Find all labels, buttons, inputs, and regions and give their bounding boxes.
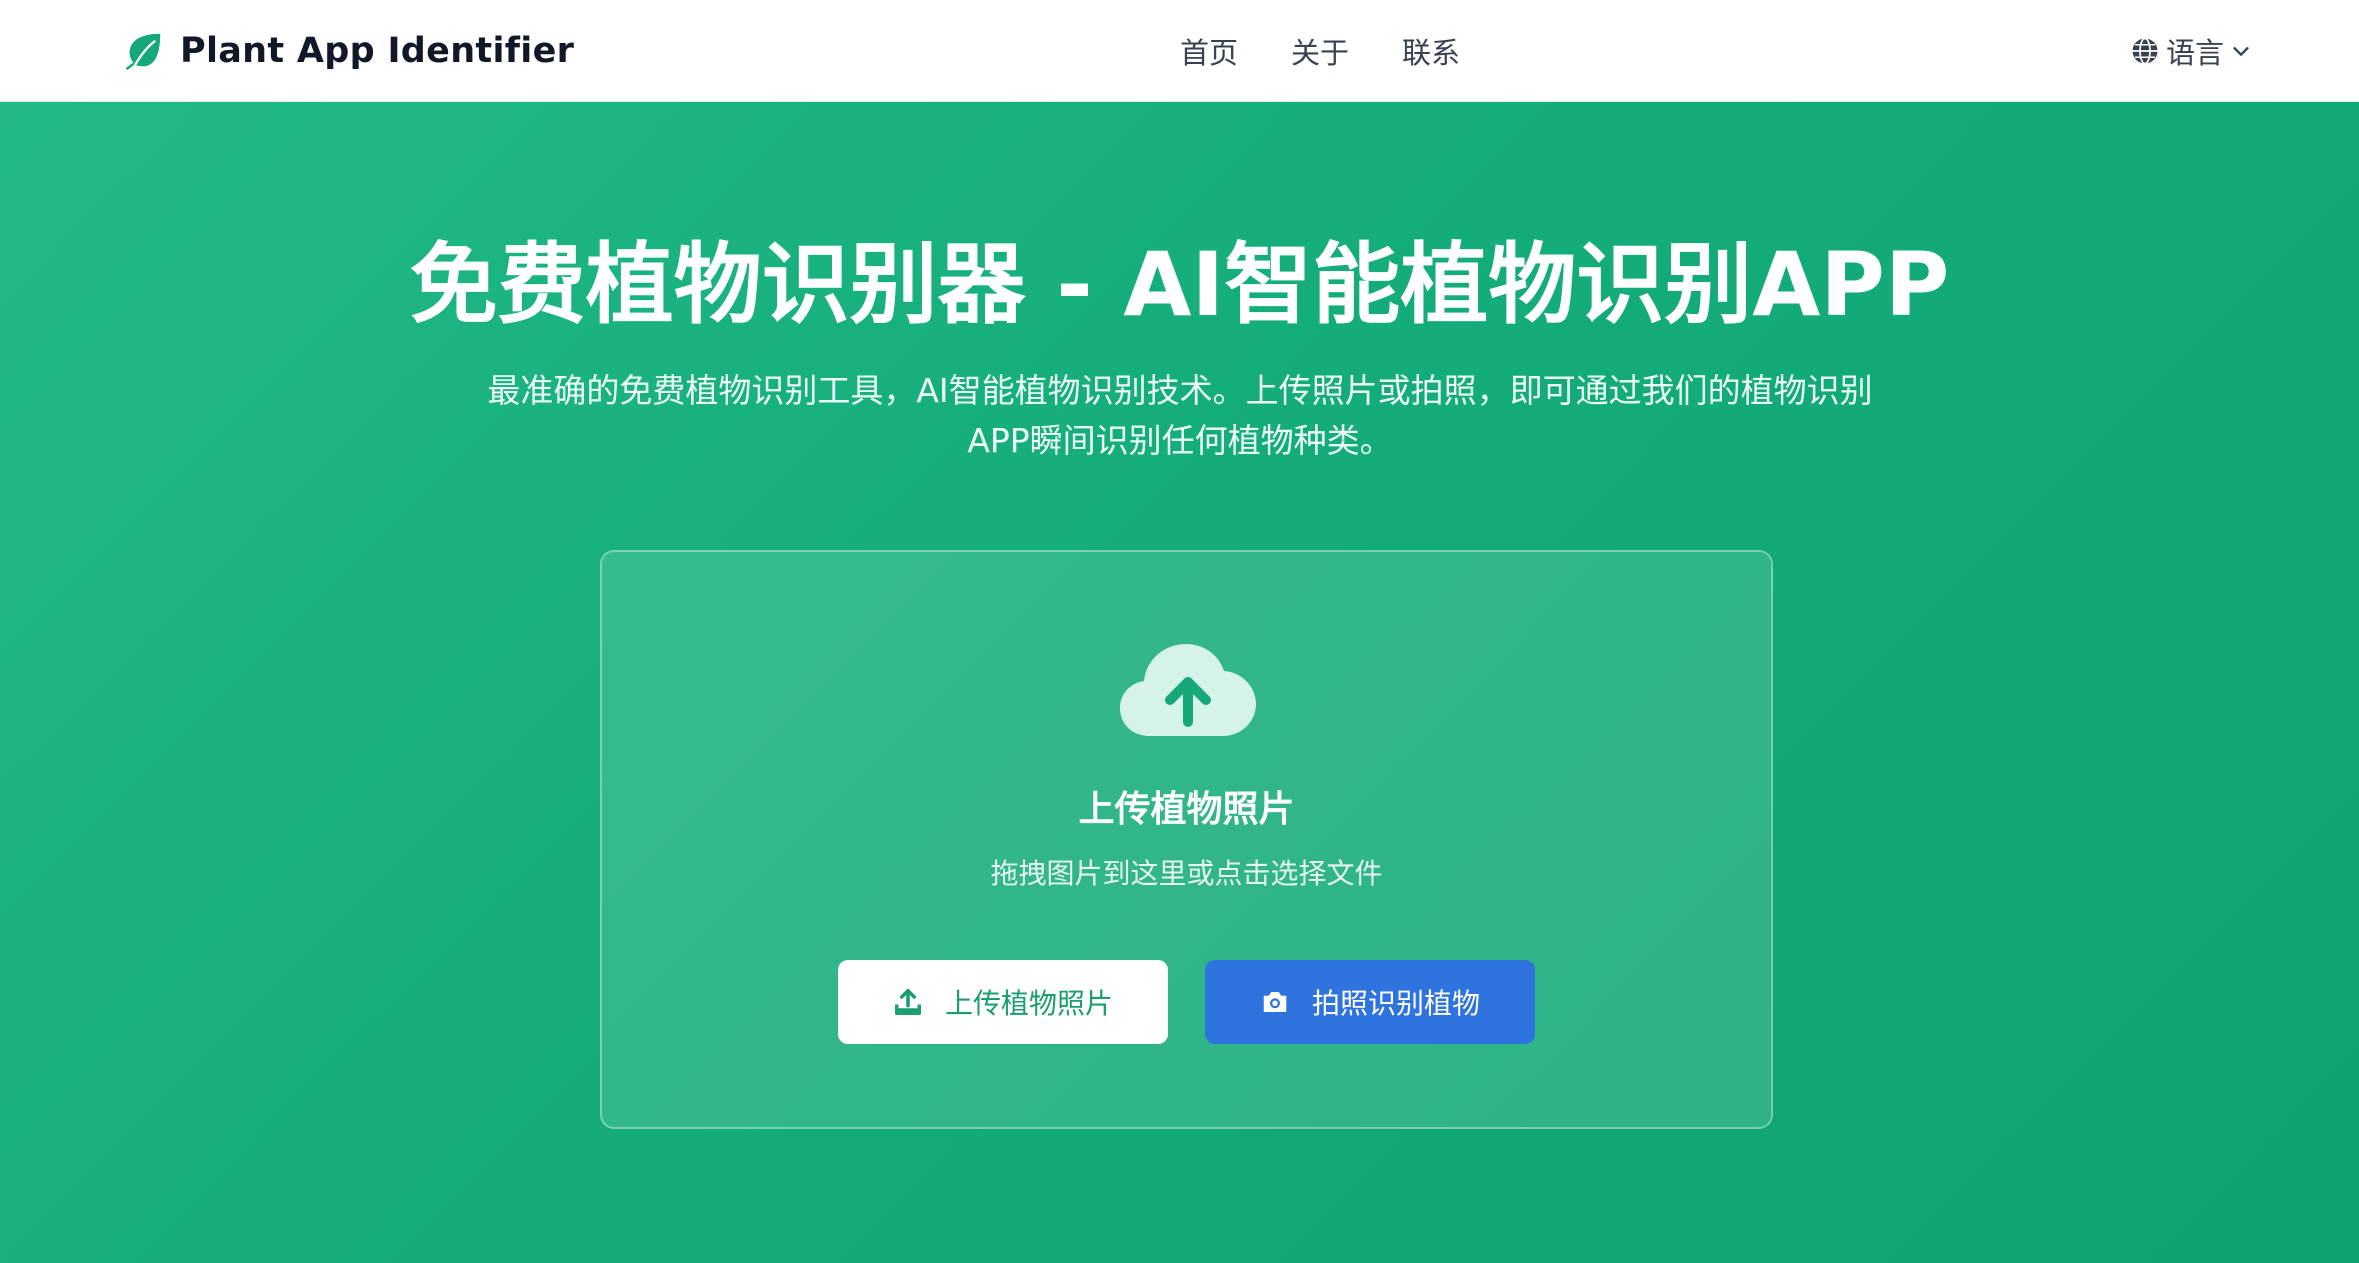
chevron-down-icon bbox=[2233, 47, 2249, 56]
page-subtitle: 最准确的免费植物识别工具，AI智能植物识别技术。上传照片或拍照，即可通过我们的植… bbox=[440, 366, 1920, 466]
subtitle-line-2: APP瞬间识别任何植物种类。 bbox=[967, 421, 1393, 460]
cloud-upload-icon bbox=[1120, 644, 1256, 736]
brand-logo[interactable]: Plant App Identifier bbox=[120, 24, 574, 78]
hero-section: 免费植物识别器 - AI智能植物识别APP 最准确的免费植物识别工具，AI智能植… bbox=[0, 102, 2359, 1263]
upload-dropzone[interactable]: 上传植物照片 拖拽图片到这里或点击选择文件 上传植物照片 拍照识别植物 bbox=[600, 550, 1773, 1129]
navbar: Plant App Identifier 首页 关于 联系 语言 bbox=[0, 0, 2359, 102]
nav-link-contact[interactable]: 联系 bbox=[1402, 30, 1460, 72]
take-photo-button-label: 拍照识别植物 bbox=[1311, 987, 1480, 1020]
take-photo-button[interactable]: 拍照识别植物 bbox=[1205, 960, 1535, 1044]
leaf-icon bbox=[125, 33, 161, 71]
page-title: 免费植物识别器 - AI智能植物识别APP bbox=[409, 233, 1950, 336]
upload-icon bbox=[894, 989, 921, 1015]
globe-icon bbox=[2132, 37, 2158, 65]
language-dropdown[interactable]: 语言 bbox=[2130, 24, 2252, 78]
nav-link-home[interactable]: 首页 bbox=[1180, 30, 1238, 72]
upload-hint: 拖拽图片到这里或点击选择文件 bbox=[990, 857, 1383, 890]
language-label: 语言 bbox=[2166, 36, 2225, 70]
main-nav: 首页 关于 联系 bbox=[1180, 24, 1460, 78]
subtitle-line-1: 最准确的免费植物识别工具，AI智能植物识别技术。上传照片或拍照，即可通过我们的植… bbox=[487, 371, 1873, 410]
camera-icon bbox=[1263, 992, 1287, 1012]
brand-name: Plant App Identifier bbox=[180, 31, 575, 71]
upload-photo-button-label: 上传植物照片 bbox=[944, 987, 1113, 1020]
upload-photo-button[interactable]: 上传植物照片 bbox=[838, 960, 1168, 1044]
nav-link-about[interactable]: 关于 bbox=[1291, 30, 1349, 72]
upload-title: 上传植物照片 bbox=[1078, 789, 1295, 830]
